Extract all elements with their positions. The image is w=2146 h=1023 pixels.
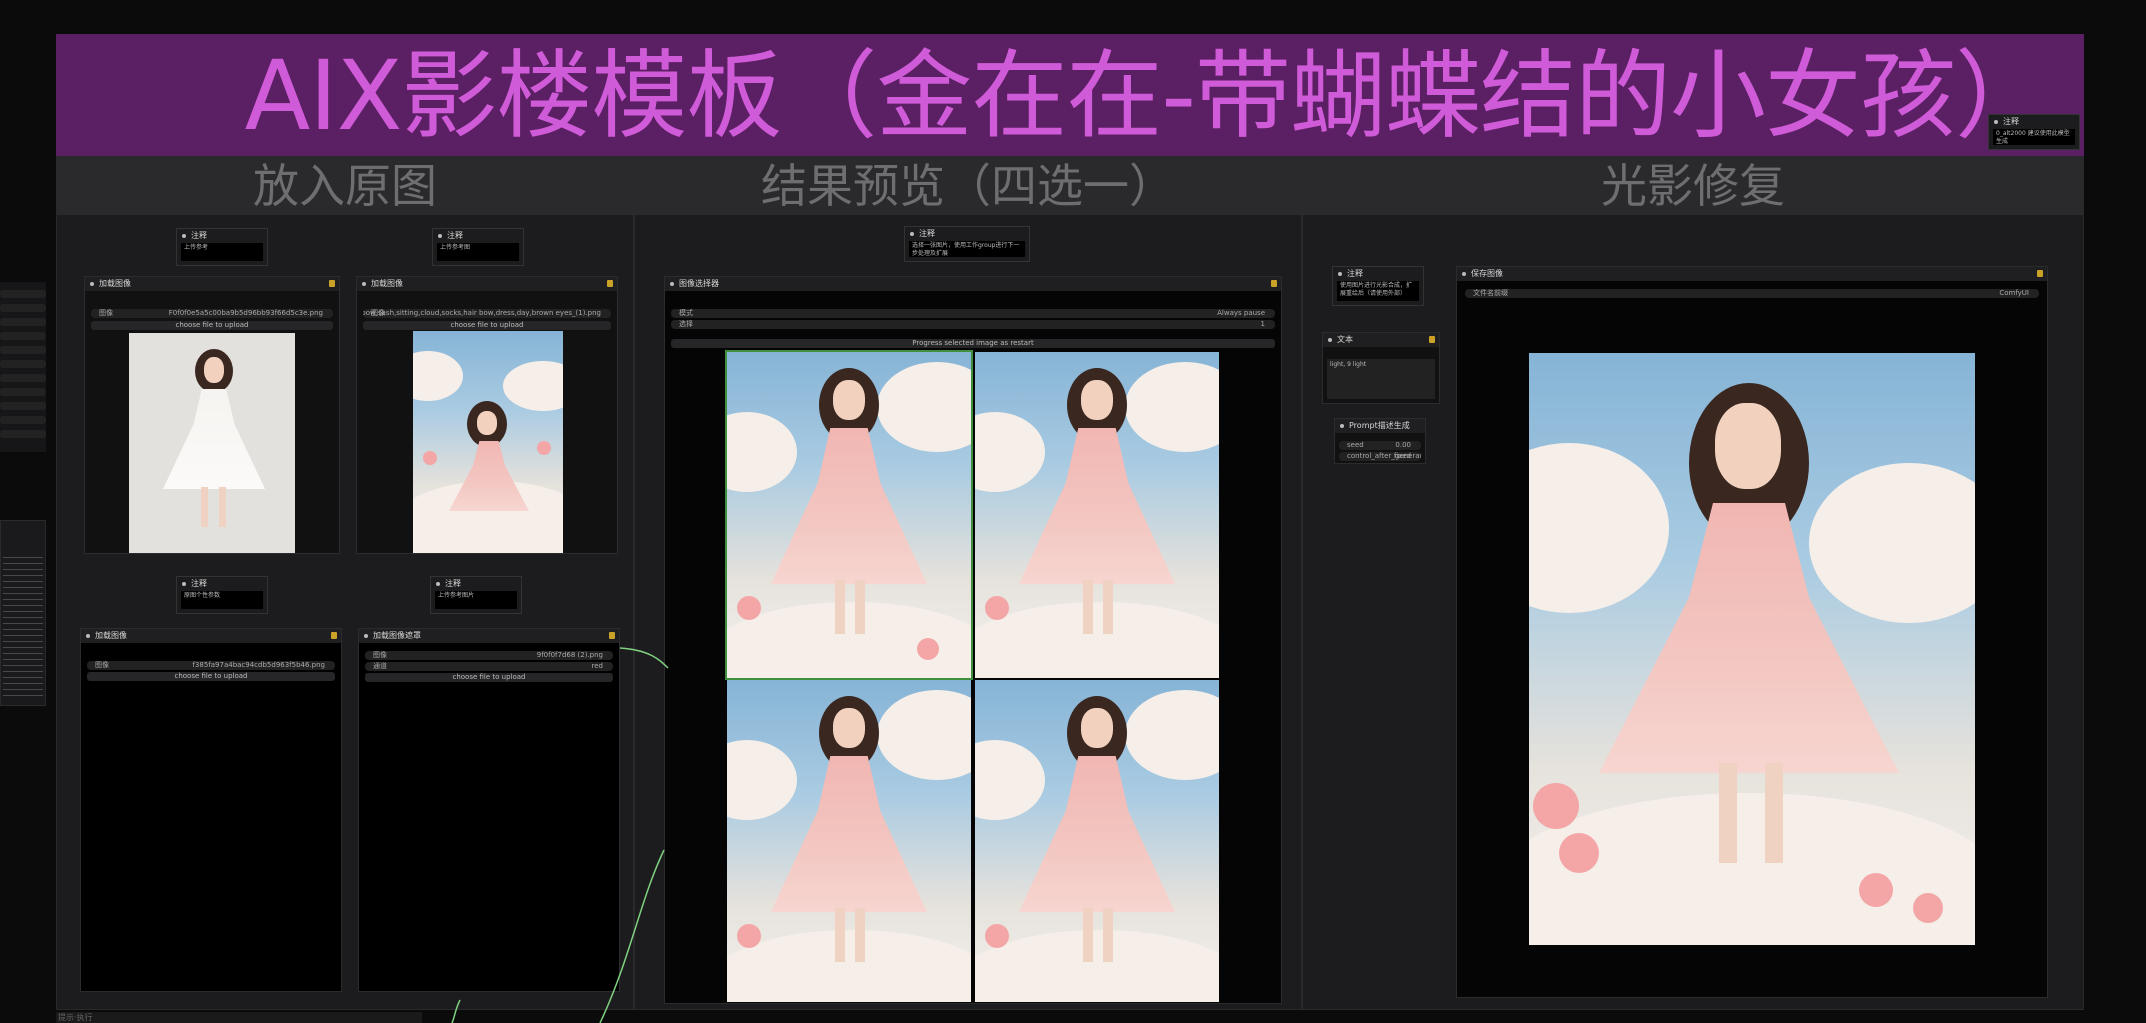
connection-wires	[451, 647, 669, 1023]
bottom-bar[interactable]: 提示·执行	[56, 1012, 422, 1023]
